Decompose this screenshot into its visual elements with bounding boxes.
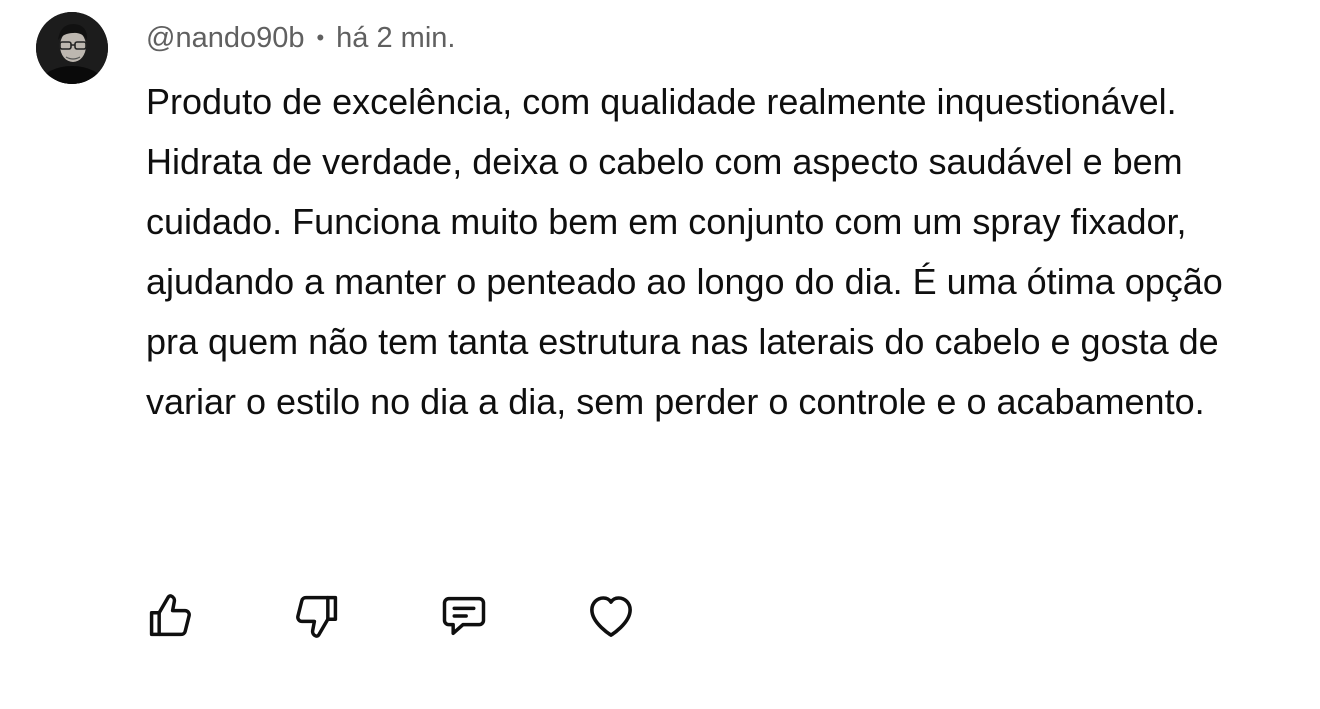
comment-text: Produto de excelência, com qualidade rea… <box>146 81 1223 422</box>
thumbs-up-icon <box>149 594 191 637</box>
comment-actions <box>140 586 641 646</box>
author-name[interactable]: @nando90b <box>146 22 304 55</box>
comment-card: @nando90b • há 2 min. Produto de excelên… <box>0 0 1320 709</box>
reply-comment-icon <box>442 596 486 636</box>
dislike-button[interactable] <box>287 586 347 646</box>
comment-timestamp[interactable]: há 2 min. <box>336 22 455 55</box>
avatar[interactable] <box>36 12 108 84</box>
heart-icon <box>590 596 632 637</box>
like-button[interactable] <box>140 586 200 646</box>
thumbs-down-icon <box>296 595 338 638</box>
comment-meta: @nando90b • há 2 min. <box>146 18 455 58</box>
meta-separator: • <box>316 25 325 50</box>
reply-button[interactable] <box>434 586 494 646</box>
heart-button[interactable] <box>581 586 641 646</box>
user-avatar-icon <box>36 12 108 84</box>
